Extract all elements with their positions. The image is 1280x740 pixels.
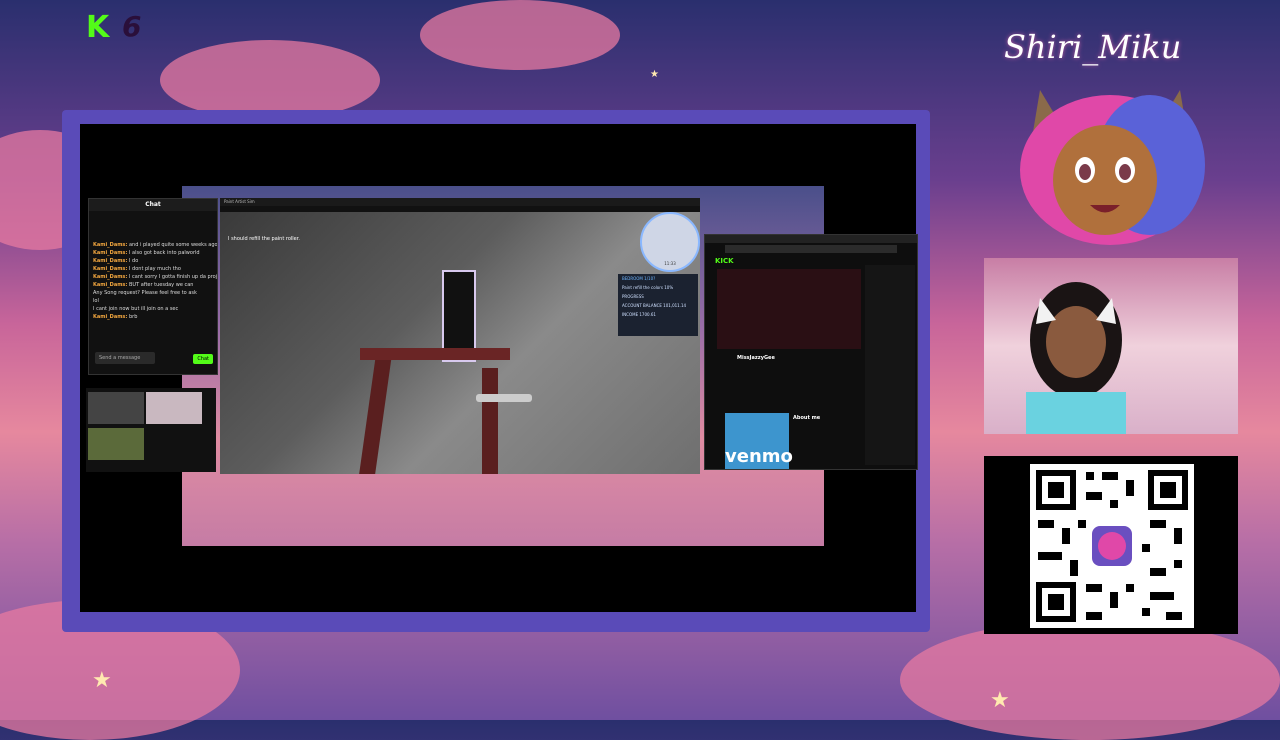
minimap-time: 11:33 (664, 261, 676, 266)
venmo-label: venmo (725, 446, 793, 467)
chat-text: I cant sorry I gotta finish up da proj (128, 274, 217, 280)
panel-balance-label: ACCOUNT BALANCE 101,011.14 (622, 303, 687, 308)
chat-username[interactable]: Kami_Dams: (93, 314, 127, 320)
qr-code[interactable] (1030, 464, 1194, 628)
about-me-heading: About me (793, 415, 821, 421)
chat-username[interactable]: Kami_Dams: (93, 250, 127, 256)
camera-tile (88, 428, 144, 460)
panel-title: BEDROOM 1/10? (622, 276, 656, 281)
browser-tab-bar[interactable] (705, 235, 917, 243)
star-decoration: ★ (92, 668, 112, 693)
chat-input[interactable]: Send a message (95, 352, 155, 364)
chat-text: I cant join now but ill join on a sec (93, 306, 179, 312)
chat-text: I dont play much tho (128, 266, 181, 272)
chat-message: Any Song request? Please feel free to as… (89, 289, 217, 297)
browser-chat-panel (865, 265, 915, 465)
panel-income-label: INCOME 1700.61 (622, 312, 656, 317)
paint-roller (476, 394, 532, 402)
game-info-panel: BEDROOM 1/10? Paint refill the colors 10… (618, 274, 698, 336)
chat-send-button[interactable]: Chat (193, 354, 213, 364)
panel-task: Paint refill the colors 10% (622, 285, 674, 290)
chat-text: I do (128, 258, 139, 264)
channel-number: 6 (122, 10, 142, 43)
chat-username[interactable]: Kami_Dams: (93, 242, 127, 248)
camera-tile (146, 392, 202, 424)
chat-message: Kami_Dams: I also got back into palworld (89, 249, 217, 257)
game-status-text: I should refill the paint roller. (228, 236, 300, 242)
cloud-decoration (420, 0, 620, 70)
chat-message: lol (89, 297, 217, 305)
browser-address-bar[interactable] (725, 245, 897, 253)
chat-text: Any Song request? Please feel free to as… (93, 290, 197, 296)
panel-balance-value: 101,011.14 (663, 303, 687, 308)
chat-message: Kami_Dams: I dont play much tho (89, 265, 217, 273)
kick-logo: KICK (715, 257, 734, 265)
chat-window: Chat Kami_Dams: and i played quite some … (88, 198, 218, 375)
chat-title: Chat (89, 199, 217, 211)
chat-message: Kami_Dams: brb (89, 313, 217, 321)
browser-window[interactable]: KICK MissJazzyGee About me venmo (704, 234, 918, 470)
chat-text: and i played quite some weeks ago (128, 242, 217, 248)
chat-message: Kami_Dams: and i played quite some weeks… (89, 241, 217, 249)
game-easel-leg (482, 368, 498, 474)
cloud-decoration (900, 620, 1280, 740)
webcam-person (1026, 282, 1126, 434)
camera-tile (146, 428, 202, 460)
chat-text: lol (93, 298, 99, 304)
channel-logo: K (86, 10, 110, 45)
streamer-name-logo: Shiri_Miku (1004, 28, 1182, 66)
chat-message: I cant join now but ill join on a sec (89, 305, 217, 313)
camera-tile (88, 392, 144, 424)
chat-username[interactable]: Kami_Dams: (93, 266, 127, 272)
panel-progress-label: PROGRESS (622, 294, 644, 299)
chat-message: Kami_Dams: BUT after tuesday we can (89, 281, 217, 289)
game-easel-bar (360, 348, 510, 360)
camera-panel (86, 388, 216, 472)
chat-message: Kami_Dams: I do (89, 257, 217, 265)
chat-username[interactable]: Kami_Dams: (93, 258, 127, 264)
star-decoration: ★ (650, 69, 659, 80)
avatar-illustration (1020, 90, 1205, 245)
cloud-decoration (160, 40, 380, 120)
chat-message-list: Kami_Dams: and i played quite some weeks… (89, 211, 217, 321)
chat-text: BUT after tuesday we can (128, 282, 194, 288)
chat-username[interactable]: Kami_Dams: (93, 282, 127, 288)
chat-username[interactable]: Kami_Dams: (93, 274, 127, 280)
chat-text: I also got back into palworld (128, 250, 200, 256)
panel-income-value: 1700.61 (639, 312, 656, 317)
game-minimap: 11:33 (640, 212, 700, 272)
star-decoration: ★ (990, 688, 1010, 713)
stream-video[interactable] (717, 269, 861, 349)
chat-message: Kami_Dams: I cant sorry I gotta finish u… (89, 273, 217, 281)
game-window-title: Paint Artist Sim (220, 198, 700, 206)
stream-channel-name: MissJazzyGee (737, 355, 775, 361)
game-window[interactable]: Paint Artist Sim I should refill the pai… (220, 198, 700, 474)
chat-text: brb (128, 314, 138, 320)
venmo-banner[interactable]: venmo (725, 413, 793, 469)
